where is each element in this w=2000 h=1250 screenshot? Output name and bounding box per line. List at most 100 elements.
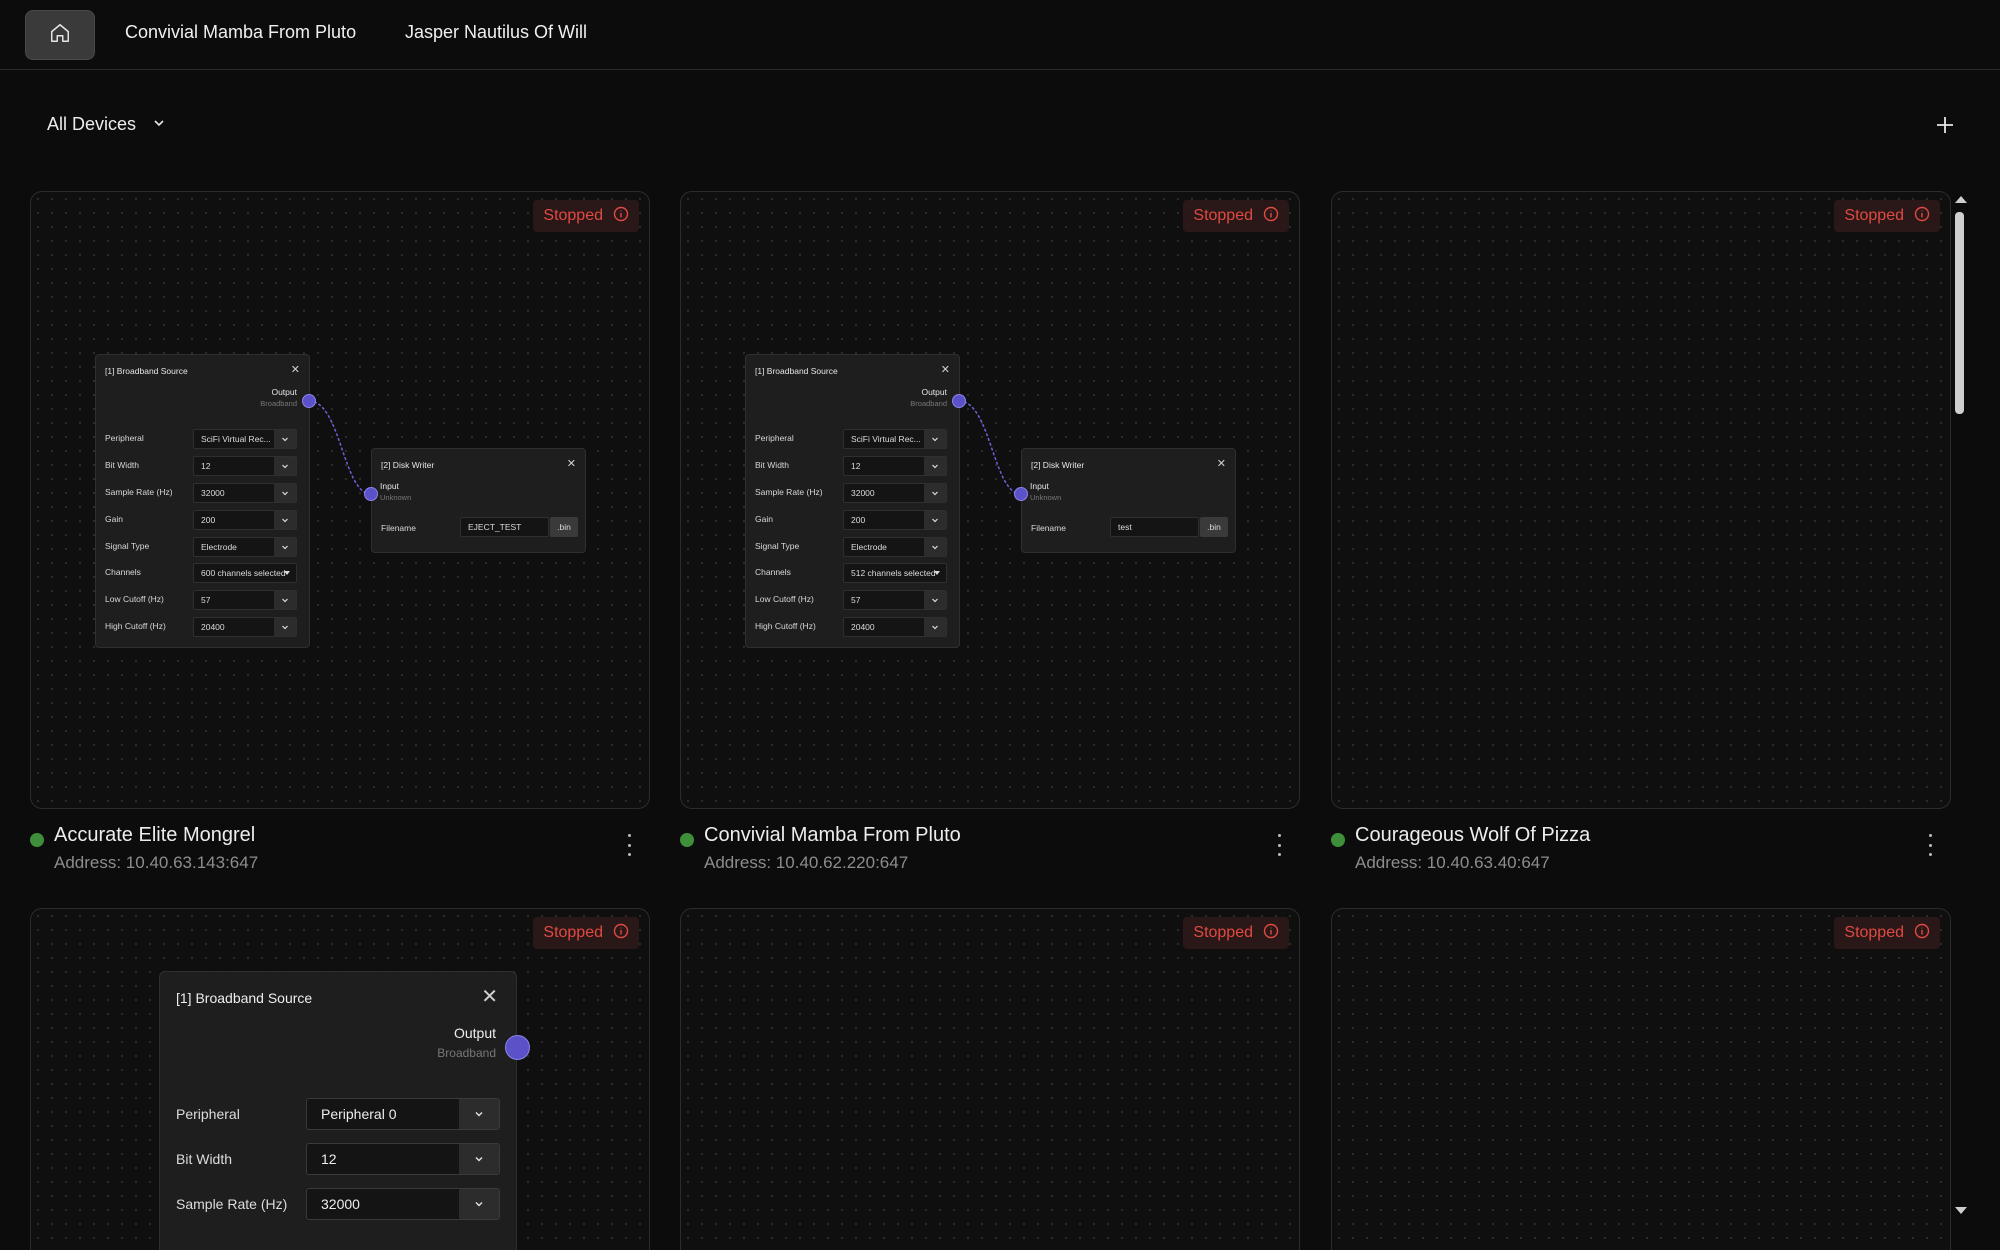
online-status-dot <box>680 833 694 847</box>
device-name[interactable]: Convivial Mamba From Pluto <box>704 824 961 847</box>
sample-rate-select[interactable]: 32000 <box>843 483 947 503</box>
broadband-source-node[interactable]: [1] Broadband Source ✕ Output Broadband … <box>95 354 310 648</box>
chevron-down-icon <box>152 114 166 135</box>
device-address: Address: 10.40.63.40:647 <box>1355 853 1550 872</box>
caret-down-icon <box>934 571 940 575</box>
vertical-scrollbar[interactable] <box>1953 190 1967 1220</box>
output-port[interactable] <box>505 1035 530 1060</box>
status-badge[interactable]: Stopped <box>1834 917 1940 949</box>
filename-input[interactable]: EJECT_TEST <box>460 517 549 537</box>
high-cutoff-select[interactable]: 20400 <box>193 617 297 637</box>
device-card-canvas[interactable]: Stopped [1] Broadband Source ✕ Output Br… <box>680 191 1300 809</box>
high-cutoff-field: High Cutoff (Hz) 20400 <box>755 617 951 637</box>
peripheral-select[interactable]: SciFi Virtual Rec... <box>843 429 947 449</box>
field-label: Channels <box>755 567 791 577</box>
device-filter-dropdown[interactable]: All Devices <box>47 114 166 135</box>
close-icon[interactable]: ✕ <box>567 459 576 470</box>
device-address: Address: 10.40.63.143:647 <box>54 853 259 872</box>
status-badge[interactable]: Stopped <box>1834 200 1940 232</box>
gain-field: Gain 200 <box>755 510 951 530</box>
status-badge[interactable]: Stopped <box>1183 200 1289 232</box>
more-options-icon[interactable] <box>1925 834 1935 856</box>
output-port[interactable] <box>302 394 316 408</box>
tab-jasper-nautilus[interactable]: Jasper Nautilus Of Will <box>405 22 587 43</box>
scroll-down-icon[interactable] <box>1955 1207 1967 1214</box>
peripheral-field: Peripheral Peripheral 0 <box>176 1098 502 1130</box>
device-card-canvas[interactable]: Stopped <box>1331 908 1951 1250</box>
chevron-down-icon <box>924 457 946 475</box>
input-port[interactable] <box>1014 487 1028 501</box>
disk-writer-node[interactable]: [2] Disk Writer ✕ Input Unknown Filename… <box>1021 448 1236 553</box>
file-extension: .bin <box>550 517 578 537</box>
more-options-icon[interactable] <box>1274 834 1284 856</box>
scrollbar-thumb[interactable] <box>1955 212 1964 414</box>
field-label: Gain <box>105 514 123 524</box>
channels-select[interactable]: 600 channels selected <box>193 563 297 583</box>
sample-rate-select[interactable]: 32000 <box>193 483 297 503</box>
field-label: Sample Rate (Hz) <box>755 487 823 497</box>
tab-convivial-mamba[interactable]: Convivial Mamba From Pluto <box>125 22 356 43</box>
filename-label: Filename <box>1031 523 1066 533</box>
status-text: Stopped <box>1193 207 1253 224</box>
online-status-dot <box>30 833 44 847</box>
node-title: [1] Broadband Source <box>755 366 838 376</box>
signal-type-select[interactable]: Electrode <box>193 537 297 557</box>
chevron-down-icon <box>459 1189 499 1219</box>
low-cutoff-select[interactable]: 57 <box>843 590 947 610</box>
input-type: Unknown <box>380 493 412 502</box>
status-badge[interactable]: Stopped <box>1183 917 1289 949</box>
disk-writer-node[interactable]: [2] Disk Writer ✕ Input Unknown Filename… <box>371 448 586 553</box>
close-icon[interactable]: ✕ <box>481 987 498 1007</box>
output-label: Output <box>921 387 947 397</box>
broadband-source-node[interactable]: [1] Broadband Source ✕ Output Broadband … <box>745 354 960 648</box>
bit-width-select[interactable]: 12 <box>306 1143 500 1175</box>
signal-type-field: Signal Type Electrode <box>105 537 301 557</box>
sample-rate-select[interactable]: 32000 <box>306 1188 500 1220</box>
peripheral-select[interactable]: Peripheral 0 <box>306 1098 500 1130</box>
more-options-icon[interactable] <box>624 834 634 856</box>
peripheral-select[interactable]: SciFi Virtual Rec... <box>193 429 297 449</box>
status-badge[interactable]: Stopped <box>533 917 639 949</box>
bit-width-field: Bit Width 12 <box>105 456 301 476</box>
scroll-up-icon[interactable] <box>1955 196 1967 203</box>
gain-select[interactable]: 200 <box>843 510 947 530</box>
device-address: Address: 10.40.62.220:647 <box>704 853 909 872</box>
device-info: Convivial Mamba From Pluto Address: 10.4… <box>680 824 1300 884</box>
channels-select[interactable]: 512 channels selected <box>843 563 947 583</box>
bit-width-select[interactable]: 12 <box>843 456 947 476</box>
info-icon <box>1263 206 1279 227</box>
chevron-down-icon <box>274 484 296 502</box>
high-cutoff-select[interactable]: 20400 <box>843 617 947 637</box>
node-title: [1] Broadband Source <box>176 990 313 1006</box>
channels-field: Channels 600 channels selected <box>105 563 301 583</box>
gain-select[interactable]: 200 <box>193 510 297 530</box>
device-card-canvas[interactable]: Stopped [1] Broadband Source ✕ Output Br… <box>30 191 650 809</box>
home-button[interactable] <box>25 10 95 60</box>
chevron-down-icon <box>924 430 946 448</box>
output-port[interactable] <box>952 394 966 408</box>
device-name[interactable]: Courageous Wolf Of Pizza <box>1355 824 1590 847</box>
field-label: Peripheral <box>176 1106 240 1122</box>
status-badge[interactable]: Stopped <box>533 200 639 232</box>
chevron-down-icon <box>924 511 946 529</box>
field-label: Peripheral <box>105 433 144 443</box>
input-port[interactable] <box>364 487 378 501</box>
close-icon[interactable]: ✕ <box>941 365 950 376</box>
online-status-dot <box>1331 833 1345 847</box>
broadband-source-node[interactable]: [1] Broadband Source ✕ Output Broadband … <box>159 971 517 1250</box>
low-cutoff-field: Low Cutoff (Hz) 57 <box>755 590 951 610</box>
bit-width-select[interactable]: 12 <box>193 456 297 476</box>
home-icon <box>49 22 71 49</box>
device-card-canvas[interactable]: Stopped [1] Broadband Source ✕ Output Br… <box>30 908 650 1250</box>
add-device-button[interactable] <box>1932 112 1958 138</box>
filename-input[interactable]: test <box>1110 517 1199 537</box>
device-card-canvas[interactable]: Stopped <box>680 908 1300 1250</box>
device-card-canvas[interactable]: Stopped <box>1331 191 1951 809</box>
status-text: Stopped <box>543 207 603 224</box>
close-icon[interactable]: ✕ <box>291 365 300 376</box>
device-info: Accurate Elite Mongrel Address: 10.40.63… <box>30 824 650 884</box>
close-icon[interactable]: ✕ <box>1217 459 1226 470</box>
device-name[interactable]: Accurate Elite Mongrel <box>54 824 255 847</box>
low-cutoff-select[interactable]: 57 <box>193 590 297 610</box>
signal-type-select[interactable]: Electrode <box>843 537 947 557</box>
